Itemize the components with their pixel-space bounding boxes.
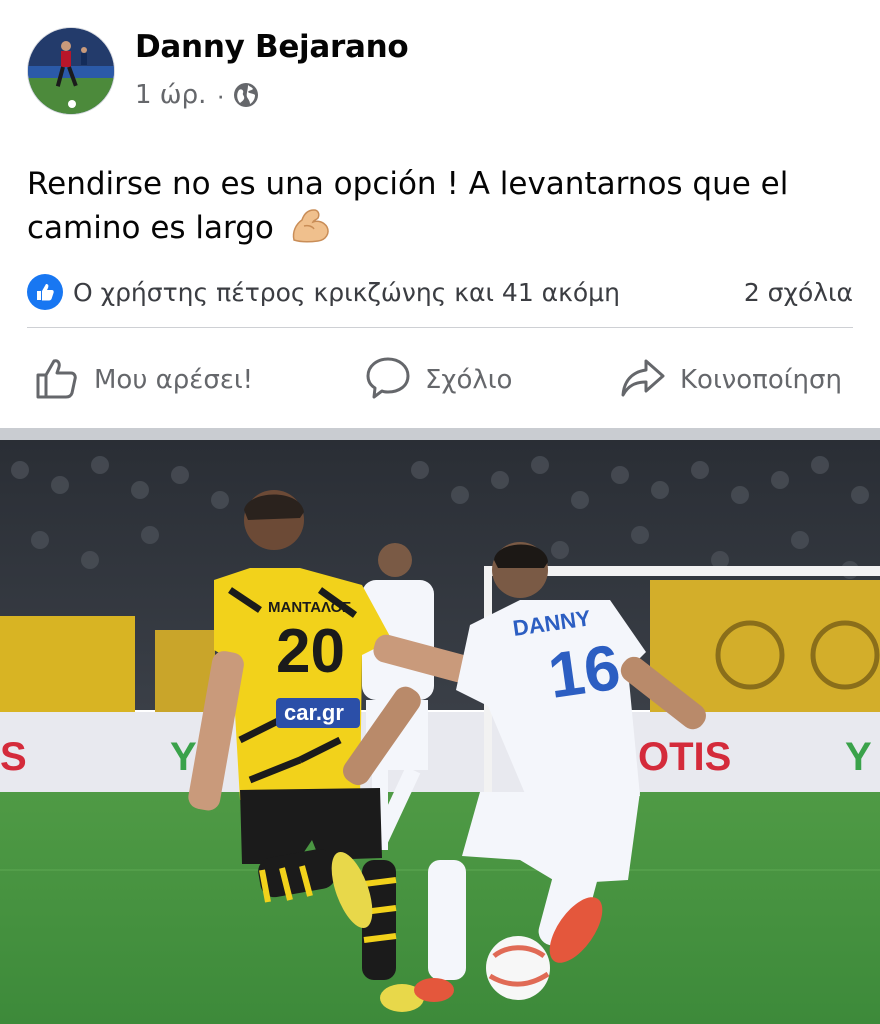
divider [27, 327, 853, 328]
comment-bubble-icon [365, 355, 411, 406]
post-time[interactable]: 1 ώρ. [135, 80, 206, 110]
like-button[interactable]: Μου αρέσει! [34, 340, 253, 420]
globe-icon [233, 82, 259, 108]
post-photo[interactable]: S Y OTIS Y ΜΑΝΤΑΛΟΣ 20 car.gr DANNY 16 [0, 440, 880, 1024]
like-label: Μου αρέσει! [94, 365, 254, 395]
sponsor-logo: car.gr [284, 700, 344, 725]
share-button[interactable]: Κοινοποίηση [620, 340, 842, 420]
author-name[interactable]: Danny Bejarano [135, 29, 409, 65]
thumbs-up-icon [34, 355, 80, 406]
svg-text:Y: Y [845, 735, 872, 779]
like-badge-icon [27, 274, 63, 310]
meta-separator: · [216, 79, 226, 110]
comment-button[interactable]: Σχόλιο [365, 340, 512, 420]
actions-row: Μου αρέσει! Σχόλιο Κοινοποίηση [0, 340, 880, 420]
comments-count[interactable]: 2 σχόλια [744, 278, 853, 307]
yellow-player-number: 20 [276, 617, 345, 686]
post-text-content: Rendirse no es una opción ! A levantarno… [27, 166, 789, 246]
svg-text:OTIS: OTIS [638, 735, 731, 779]
yellow-player-name: ΜΑΝΤΑΛΟΣ [268, 599, 351, 616]
svg-text:S: S [0, 735, 27, 779]
post-header: Danny Bejarano 1 ώρ. · [0, 0, 880, 130]
post-meta: 1 ώρ. · [135, 78, 259, 112]
flexed-biceps-icon [290, 206, 332, 244]
share-arrow-icon [620, 355, 666, 406]
share-label: Κοινοποίηση [680, 365, 842, 395]
white-player-number: 16 [544, 631, 625, 712]
comment-label: Σχόλιο [425, 365, 513, 395]
reactions-text: Ο χρήστης πέτρος κρικζώνης και 41 ακόμη [73, 277, 620, 307]
reactions-row: Ο χρήστης πέτρος κρικζώνης και 41 ακόμη … [27, 272, 853, 312]
avatar[interactable] [27, 27, 115, 115]
section-separator [0, 428, 880, 440]
post-text: Rendirse no es una opción ! A levantarno… [27, 162, 847, 250]
reactions-summary[interactable]: Ο χρήστης πέτρος κρικζώνης και 41 ακόμη [27, 274, 620, 310]
